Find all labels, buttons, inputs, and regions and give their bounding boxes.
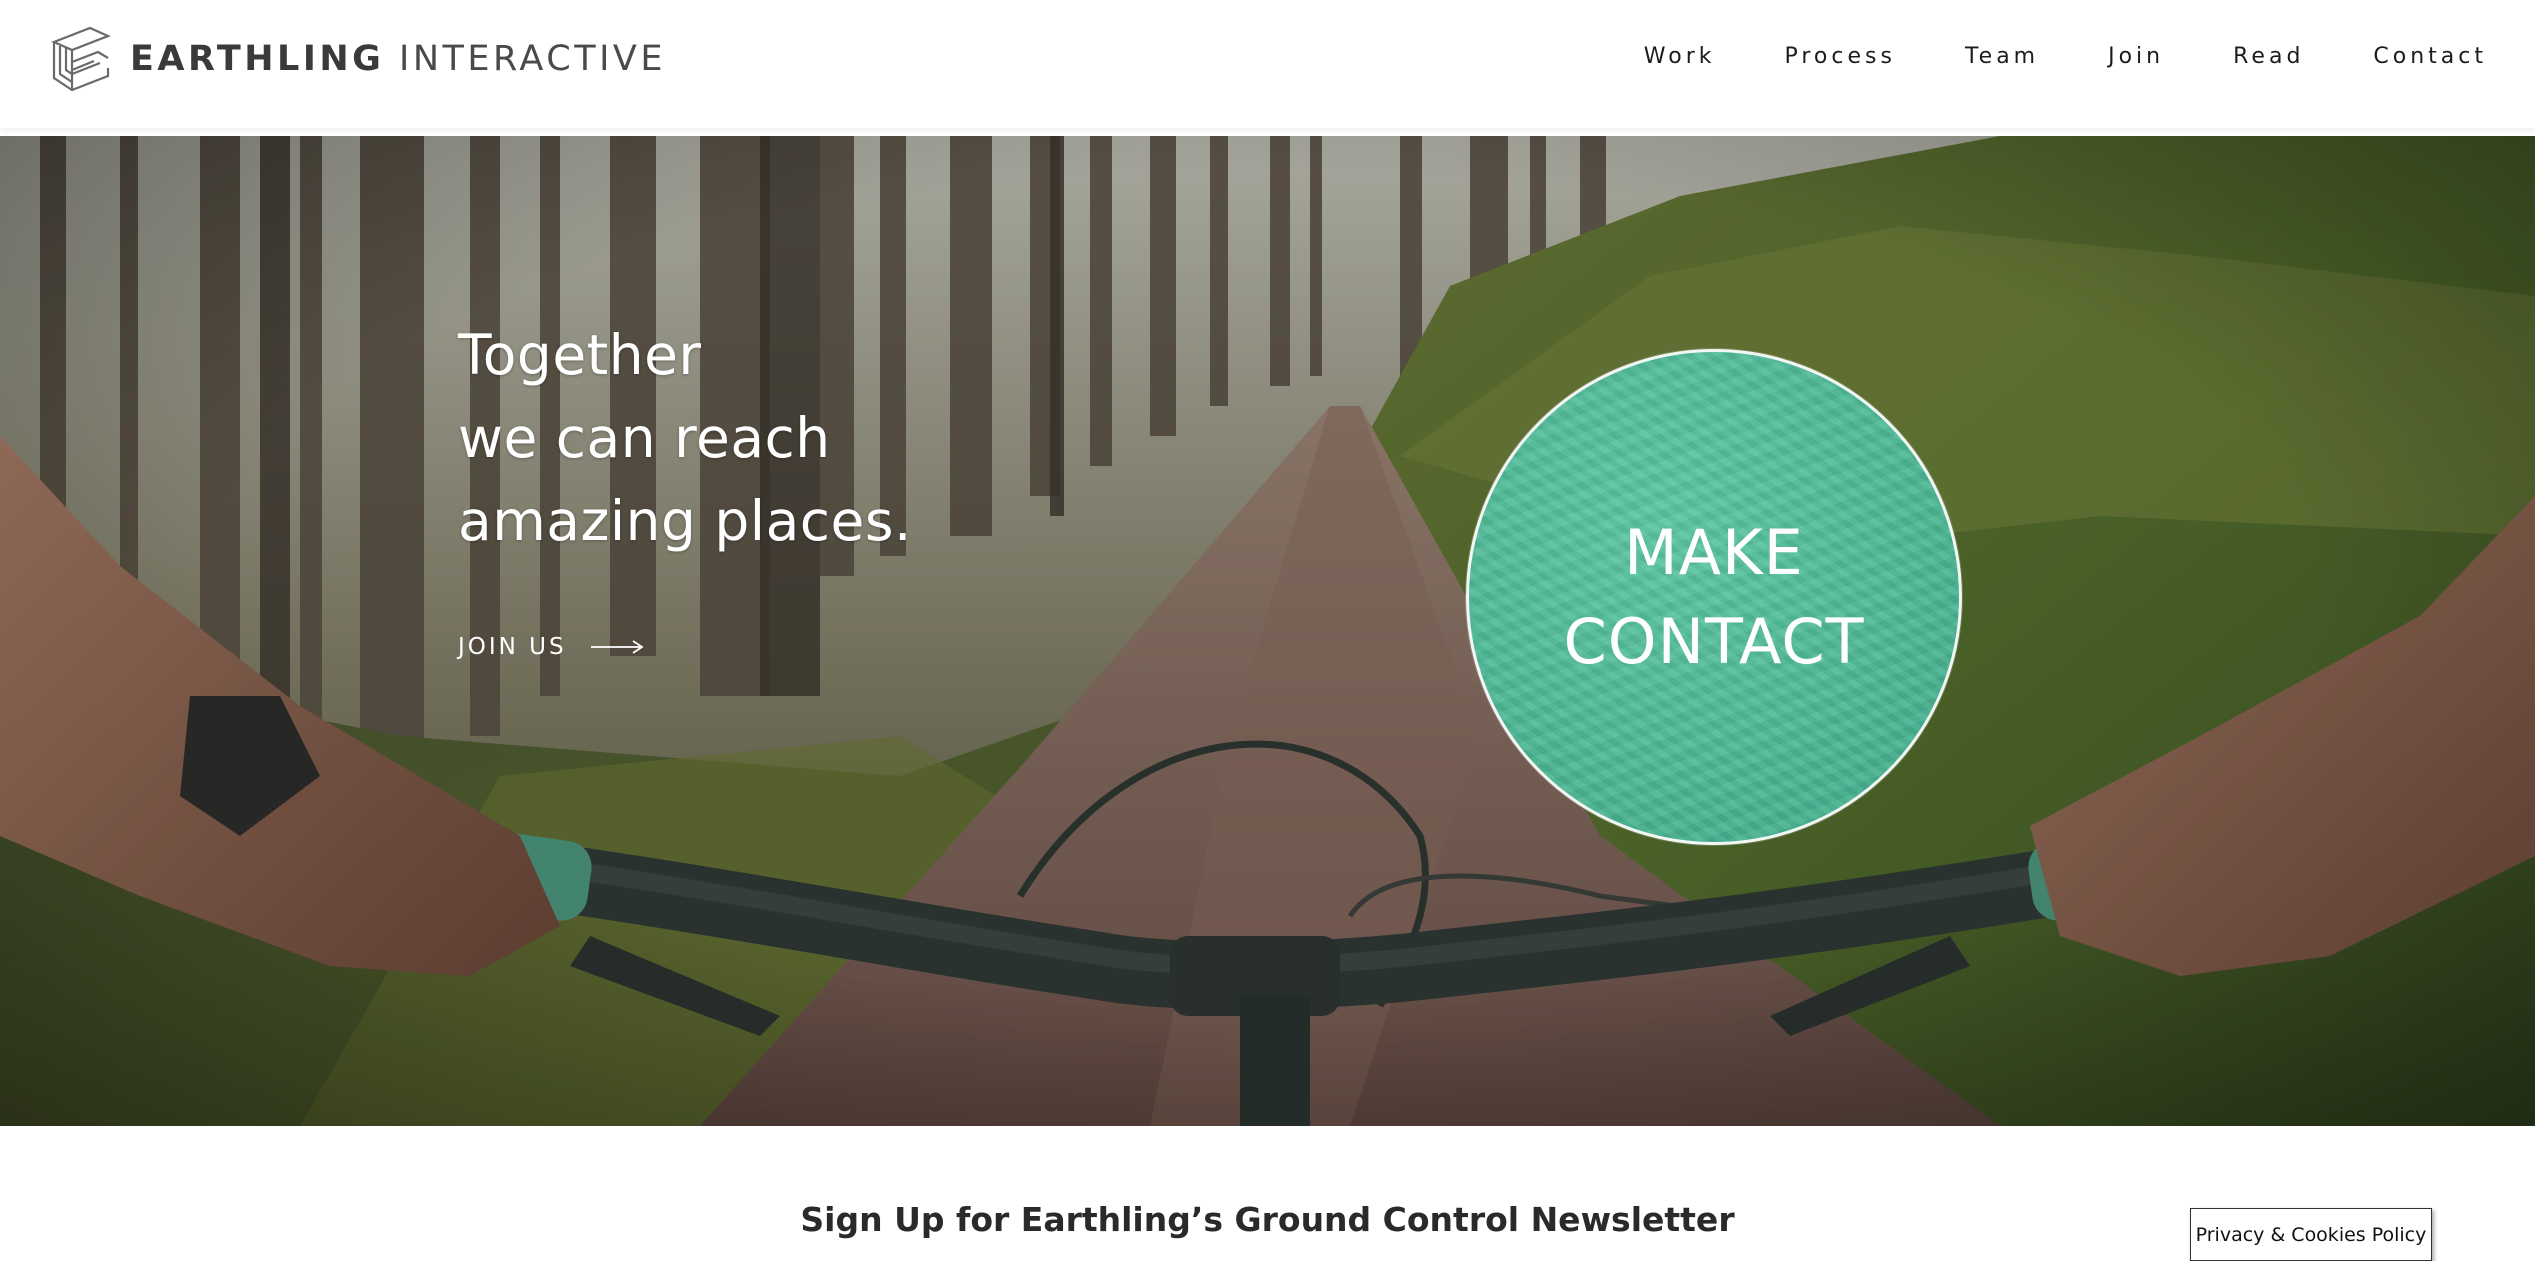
hero-headline: Together we can reach amazing places.: [458, 314, 912, 563]
make-contact-button[interactable]: MAKE CONTACT: [1466, 349, 1962, 845]
long-arrow-right-icon: [590, 640, 644, 654]
logo-link[interactable]: EARTHLING INTERACTIVE: [50, 24, 666, 94]
join-us-label: JOIN US: [458, 634, 567, 660]
nav-item-read[interactable]: Read: [2233, 44, 2304, 69]
hero-overlay: [0, 136, 2535, 1126]
brand-name-light: INTERACTIVE: [399, 39, 666, 79]
hero-headline-line-1: Together: [458, 323, 702, 387]
main-nav: Work Process Team Join Read Contact: [1575, 44, 2487, 69]
brand-name-bold: EARTHLING: [130, 39, 385, 79]
hero-headline-line-2: we can reach: [458, 406, 831, 470]
earthling-e-mark-icon: [51, 26, 111, 92]
hero-section: Together we can reach amazing places. JO…: [0, 136, 2535, 1126]
hero-headline-line-3: amazing places.: [458, 489, 912, 553]
privacy-cookies-button[interactable]: Privacy & Cookies Policy: [2190, 1208, 2432, 1261]
site-header: EARTHLING INTERACTIVE Work Process Team …: [0, 0, 2535, 128]
join-us-link[interactable]: JOIN US: [458, 634, 645, 660]
nav-item-process[interactable]: Process: [1784, 44, 1895, 69]
make-contact-line-1: MAKE: [1624, 516, 1804, 589]
nav-item-join[interactable]: Join: [2108, 44, 2164, 69]
newsletter-title: Sign Up for Earthling’s Ground Control N…: [800, 1200, 1735, 1239]
nav-item-work[interactable]: Work: [1644, 44, 1716, 69]
make-contact-line-2: CONTACT: [1563, 605, 1865, 678]
nav-item-contact[interactable]: Contact: [2373, 44, 2487, 69]
nav-item-team[interactable]: Team: [1965, 44, 2039, 69]
